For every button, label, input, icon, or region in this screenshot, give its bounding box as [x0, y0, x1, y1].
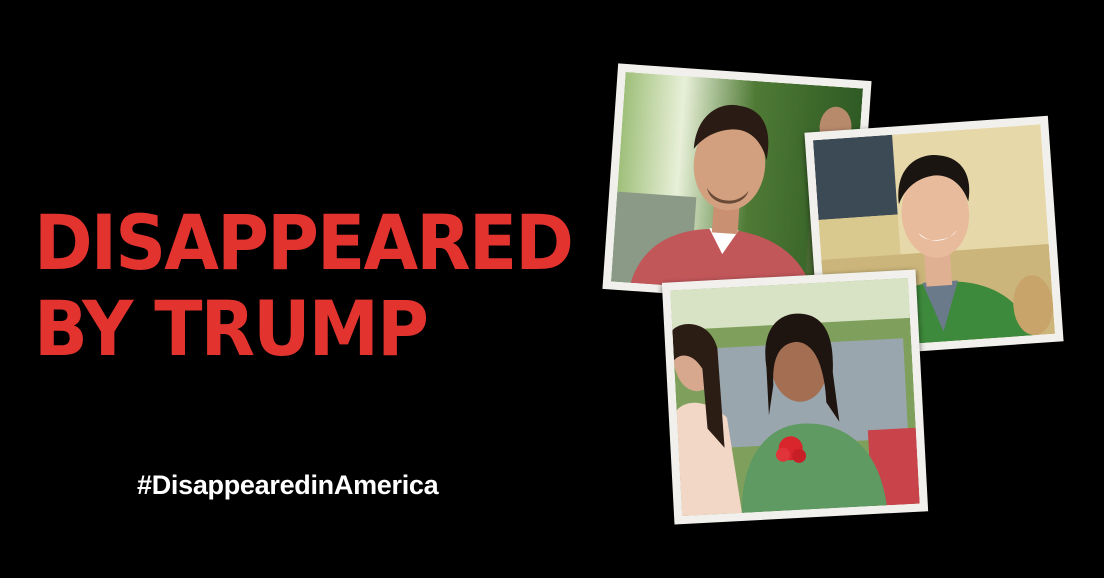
photo-two-women — [661, 269, 929, 525]
photo-two-women-image — [670, 277, 920, 517]
campaign-banner: DISAPPEARED BY TRUMP #DisappearedinAmeri… — [0, 0, 1104, 578]
headline-line-1: DISAPPEARED — [34, 198, 574, 287]
headline: DISAPPEARED BY TRUMP — [34, 198, 574, 373]
hashtag: #DisappearedinAmerica — [137, 470, 439, 500]
headline-line-2: BY TRUMP — [34, 284, 429, 373]
